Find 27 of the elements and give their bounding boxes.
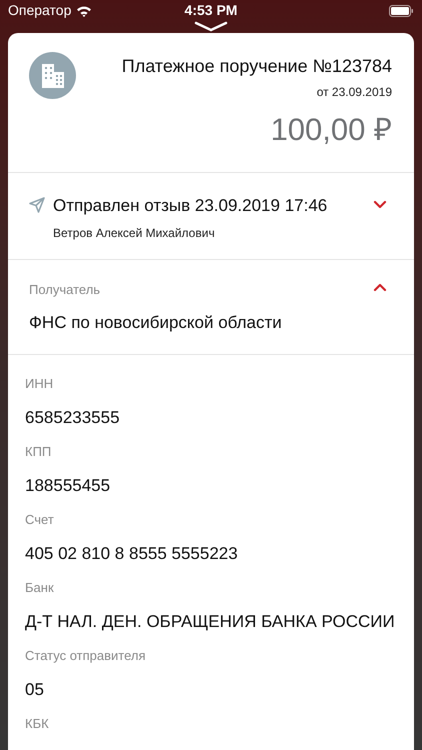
field-value: 05 bbox=[25, 678, 45, 700]
field-value: 6585233555 bbox=[25, 406, 121, 428]
field-label: Статус отправителя bbox=[25, 647, 147, 665]
recipient-row[interactable]: Получатель ФНС по новосибирской области bbox=[8, 260, 414, 355]
field-value: Д-Т НАЛ. ДЕН. ОБРАЩЕНИЯ БАНКА РОССИИ bbox=[25, 610, 396, 632]
battery-icon bbox=[388, 4, 414, 16]
chevron-up-icon[interactable] bbox=[373, 282, 387, 292]
paper-plane-icon bbox=[29, 196, 45, 212]
recipient-name: ФНС по новосибирской области bbox=[29, 312, 283, 334]
feedback-author: Ветров Алексей Михайлович bbox=[53, 225, 216, 242]
feedback-row[interactable]: Отправлен отзыв 23.09.2019 17:46 Ветров Алексей Михайлович bbox=[8, 172, 414, 260]
recipient-label: Получатель bbox=[29, 281, 102, 299]
wifi-icon bbox=[76, 4, 92, 16]
field-label: КПП bbox=[25, 443, 52, 461]
carrier-name: Оператор bbox=[8, 1, 72, 20]
field-value: 188555455 bbox=[25, 474, 112, 496]
field-label: ИНН bbox=[25, 375, 54, 393]
field-label: Банк bbox=[25, 579, 55, 597]
payment-amount: 100,00 ₽ bbox=[270, 111, 392, 149]
document-date: от 23.09.2019 bbox=[316, 84, 392, 101]
field-label: КБК bbox=[25, 715, 50, 733]
building-icon bbox=[40, 64, 66, 88]
field-label: Счет bbox=[25, 511, 55, 529]
clock-time: 4:53 PM bbox=[184, 1, 238, 20]
field-value: 405 02 810 8 8555 5555223 bbox=[25, 542, 239, 564]
document-title: Платежное поручение №123784 bbox=[122, 55, 392, 78]
feedback-title: Отправлен отзыв 23.09.2019 17:46 bbox=[53, 194, 328, 216]
